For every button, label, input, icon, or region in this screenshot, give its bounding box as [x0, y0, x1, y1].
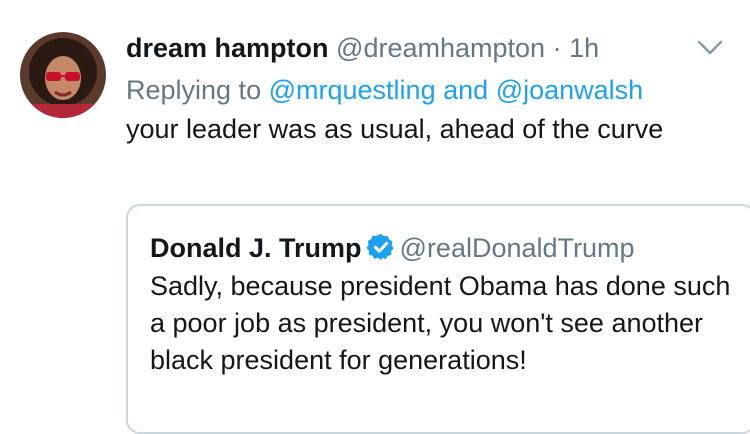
- tweet-menu-button[interactable]: [694, 36, 726, 60]
- profile-photo-icon: [20, 32, 106, 118]
- tweet[interactable]: dream hampton @dreamhampton · 1h Replyin…: [0, 0, 750, 434]
- quoted-tweet-text: Sadly, because president Obama has done …: [150, 271, 731, 375]
- verified-badge-icon: [366, 233, 394, 261]
- replying-prefix: Replying to: [126, 75, 262, 105]
- tweet-text: your leader was as usual, ahead of the c…: [126, 114, 664, 144]
- reply-and[interactable]: and: [443, 75, 488, 105]
- chevron-down-icon: [697, 40, 723, 55]
- display-name[interactable]: dream hampton: [126, 33, 329, 63]
- avatar[interactable]: [20, 32, 106, 118]
- reply-user-link-1[interactable]: @mrquestling: [269, 75, 436, 105]
- quoted-header: Donald J. Trump @realDonaldTrump: [150, 230, 635, 266]
- quoted-user-handle: @realDonaldTrump: [399, 233, 635, 263]
- timestamp[interactable]: 1h: [569, 33, 599, 63]
- quoted-tweet[interactable]: Donald J. Trump @realDonaldTrump Sadly, …: [126, 204, 750, 434]
- user-handle[interactable]: @dreamhampton: [336, 33, 545, 63]
- quoted-display-name: Donald J. Trump: [150, 233, 362, 263]
- reply-user-link-2[interactable]: @joanwalsh: [496, 75, 644, 105]
- replying-to: Replying to @mrquestling and @joanwalsh: [126, 72, 726, 108]
- separator-dot: ·: [552, 33, 562, 63]
- tweet-header: dream hampton @dreamhampton · 1h: [126, 30, 726, 66]
